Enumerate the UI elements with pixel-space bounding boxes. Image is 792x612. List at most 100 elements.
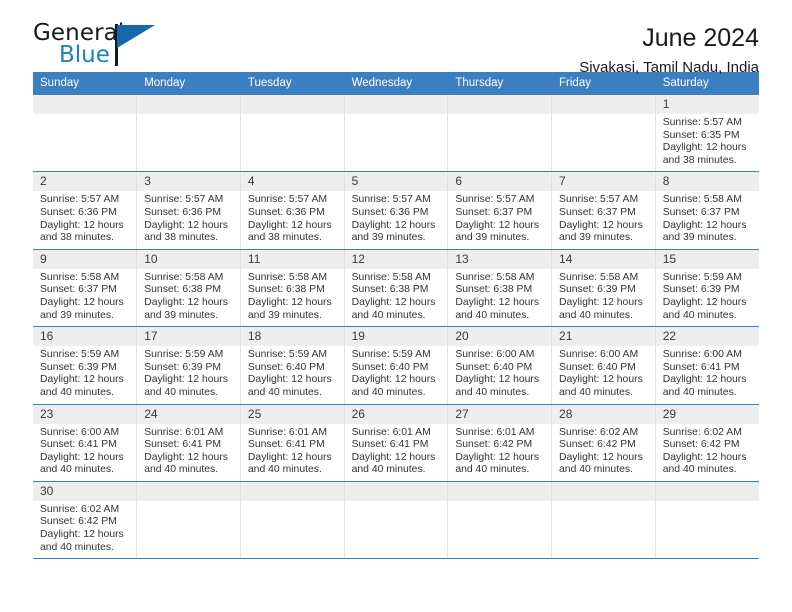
calendar-day-cell[interactable]: 22 Sunrise: 6:00 AM Sunset: 6:41 PM Dayligh… (655, 326, 759, 405)
calendar-day-cell[interactable]: 20 Sunrise: 6:00 AM Sunset: 6:40 PM Dayligh… (447, 326, 553, 405)
calendar-week-row: 2 Sunrise: 5:57 AM Sunset: 6:36 PM Daylight… (33, 171, 759, 250)
calendar-day-cell[interactable]: 29 Sunrise: 6:02 AM Sunset: 6:42 PM Dayligh… (655, 404, 759, 482)
calendar-day-cell[interactable]: 8 Sunrise: 5:58 AM Sunset: 6:37 PM Daylight… (655, 171, 759, 250)
daylight-text-line2: and 39 minutes. (40, 309, 114, 321)
calendar-table: Sunday Monday Tuesday Wednesday Thursday… (33, 72, 760, 560)
day-sun-info: Sunrise: 6:01 AM Sunset: 6:42 PM Daylight:… (448, 424, 551, 481)
calendar-day-cell[interactable]: 26 Sunrise: 6:01 AM Sunset: 6:41 PM Dayligh… (344, 404, 449, 482)
calendar-week-row: 30 Sunrise: 6:02 AM Sunset: 6:42 PM Dayligh… (33, 481, 759, 560)
daylight-text-line1: Daylight: 12 hours (144, 374, 228, 386)
calendar-cell-empty (655, 481, 759, 560)
weekday-header-tuesday: Tuesday (240, 72, 345, 95)
daylight-text-line1: Daylight: 12 hours (559, 451, 643, 463)
calendar-day-cell[interactable]: 27 Sunrise: 6:01 AM Sunset: 6:42 PM Dayligh… (447, 404, 553, 482)
calendar-day-cell[interactable]: 4 Sunrise: 5:57 AM Sunset: 6:36 PM Daylight… (240, 171, 345, 250)
daylight-text-line2: and 40 minutes. (40, 464, 114, 476)
sunrise-text: Sunrise: 5:57 AM (662, 117, 742, 128)
day-sun-info: Sunrise: 5:59 AM Sunset: 6:40 PM Daylight:… (345, 346, 448, 403)
sunset-text: Sunset: 6:41 PM (144, 439, 222, 451)
calendar-day-cell[interactable]: 7 Sunrise: 5:57 AM Sunset: 6:37 PM Daylight… (551, 171, 656, 250)
daylight-text-line2: and 40 minutes. (455, 386, 530, 398)
calendar-day-cell[interactable]: 15 Sunrise: 5:59 AM Sunset: 6:39 PM Dayligh… (655, 249, 759, 328)
sunrise-text: Sunrise: 5:59 AM (144, 349, 224, 361)
day-sun-info: Sunrise: 5:57 AM Sunset: 6:36 PM Daylight:… (345, 191, 448, 248)
sunrise-text: Sunrise: 5:58 AM (455, 271, 535, 283)
sunrise-text: Sunrise: 6:02 AM (40, 503, 120, 515)
calendar-day-cell[interactable]: 2 Sunrise: 5:57 AM Sunset: 6:36 PM Daylight… (33, 171, 138, 250)
calendar-day-cell[interactable]: 24 Sunrise: 6:01 AM Sunset: 6:41 PM Dayligh… (136, 404, 241, 482)
calendar-day-cell[interactable]: 1 Sunrise: 5:57 AM Sunset: 6:35 PM Daylight… (655, 95, 759, 173)
day-number: 21 (552, 327, 655, 347)
sunrise-text: Sunrise: 6:01 AM (455, 426, 535, 438)
sunset-text: Sunset: 6:40 PM (559, 361, 636, 373)
sunrise-text: Sunrise: 6:00 AM (40, 426, 120, 438)
day-number: 28 (552, 404, 655, 424)
daylight-text-line1: Daylight: 12 hours (144, 219, 228, 231)
day-number: 15 (655, 249, 759, 269)
calendar-day-cell[interactable]: 28 Sunrise: 6:02 AM Sunset: 6:42 PM Dayligh… (551, 404, 656, 482)
calendar-day-cell[interactable]: 17 Sunrise: 5:59 AM Sunset: 6:39 PM Dayligh… (136, 326, 241, 405)
sunset-text: Sunset: 6:38 PM (455, 284, 533, 296)
daylight-text-line1: Daylight: 12 hours (455, 296, 540, 308)
daylight-text-line2: and 40 minutes. (144, 386, 219, 398)
day-sun-info: Sunrise: 5:58 AM Sunset: 6:39 PM Daylight:… (552, 269, 655, 326)
calendar-day-cell[interactable]: 6 Sunrise: 5:57 AM Sunset: 6:37 PM Daylight… (447, 171, 553, 250)
sunrise-text: Sunrise: 5:59 AM (662, 271, 742, 283)
calendar-day-cell[interactable]: 12 Sunrise: 5:58 AM Sunset: 6:38 PM Dayligh… (344, 249, 449, 328)
day-number: 27 (448, 404, 552, 424)
weekday-header-sunday: Sunday (33, 72, 138, 95)
sunset-text: Sunset: 6:42 PM (662, 439, 740, 451)
day-sun-info: Sunrise: 6:01 AM Sunset: 6:41 PM Daylight:… (345, 424, 448, 481)
sunset-text: Sunset: 6:40 PM (351, 361, 429, 373)
sunrise-text: Sunrise: 5:58 AM (351, 271, 431, 283)
sunset-text: Sunset: 6:39 PM (662, 284, 740, 296)
sunset-text: Sunset: 6:37 PM (40, 284, 117, 296)
calendar-day-cell[interactable]: 23 Sunrise: 6:00 AM Sunset: 6:41 PM Dayligh… (33, 404, 138, 482)
sunset-text: Sunset: 6:40 PM (247, 361, 325, 373)
calendar-day-cell[interactable]: 9 Sunrise: 5:58 AM Sunset: 6:37 PM Daylight… (33, 249, 138, 328)
day-sun-info: Sunrise: 6:01 AM Sunset: 6:41 PM Daylight:… (137, 424, 240, 481)
daylight-text-line1: Daylight: 12 hours (351, 451, 436, 463)
calendar-day-cell[interactable]: 3 Sunrise: 5:57 AM Sunset: 6:36 PM Daylight… (136, 171, 241, 250)
calendar-day-cell[interactable]: 5 Sunrise: 5:57 AM Sunset: 6:36 PM Daylight… (344, 171, 449, 250)
calendar-day-cell[interactable]: 10 Sunrise: 5:58 AM Sunset: 6:38 PM Dayligh… (136, 249, 241, 328)
day-number: 11 (240, 249, 344, 269)
day-sun-info: Sunrise: 5:58 AM Sunset: 6:37 PM Daylight:… (33, 269, 136, 326)
daylight-text-line1: Daylight: 12 hours (662, 451, 747, 463)
calendar-cell-empty (344, 481, 449, 560)
page-subtitle: Sivakasi, Tamil Nadu, India (579, 59, 759, 76)
daylight-text-line1: Daylight: 12 hours (662, 374, 747, 386)
calendar-day-cell[interactable]: 30 Sunrise: 6:02 AM Sunset: 6:42 PM Dayligh… (33, 481, 138, 560)
calendar-cell-empty (33, 95, 138, 173)
general-blue-logo[interactable]: General Blue (33, 22, 163, 70)
day-number: 17 (137, 327, 240, 347)
calendar-cell-empty (240, 95, 345, 173)
sunset-text: Sunset: 6:36 PM (144, 206, 222, 218)
sunset-text: Sunset: 6:41 PM (40, 439, 117, 451)
title-block: June 2024 Sivakasi, Tamil Nadu, India (579, 22, 759, 79)
day-number (552, 481, 655, 501)
calendar-day-cell[interactable]: 19 Sunrise: 5:59 AM Sunset: 6:40 PM Dayligh… (344, 326, 449, 405)
daylight-text-line2: and 40 minutes. (662, 309, 737, 321)
sunrise-text: Sunrise: 6:02 AM (662, 426, 742, 438)
daylight-text-line2: and 39 minutes. (559, 232, 633, 244)
calendar-day-cell[interactable]: 13 Sunrise: 5:58 AM Sunset: 6:38 PM Dayligh… (447, 249, 553, 328)
day-number: 9 (33, 249, 137, 269)
sunset-text: Sunset: 6:36 PM (247, 206, 325, 218)
calendar-day-cell[interactable]: 21 Sunrise: 6:00 AM Sunset: 6:40 PM Dayligh… (551, 326, 656, 405)
day-number: 25 (240, 404, 344, 424)
calendar-day-cell[interactable]: 11 Sunrise: 5:58 AM Sunset: 6:38 PM Dayligh… (240, 249, 345, 328)
day-number: 29 (655, 404, 759, 424)
day-sun-info: Sunrise: 5:57 AM Sunset: 6:36 PM Daylight:… (33, 191, 136, 248)
daylight-text-line1: Daylight: 12 hours (247, 219, 332, 231)
daylight-text-line2: and 40 minutes. (559, 309, 633, 321)
calendar-day-cell[interactable]: 16 Sunrise: 5:59 AM Sunset: 6:39 PM Dayligh… (33, 326, 138, 405)
calendar-day-cell[interactable]: 18 Sunrise: 5:59 AM Sunset: 6:40 PM Dayligh… (240, 326, 345, 405)
sunrise-text: Sunrise: 5:58 AM (144, 271, 224, 283)
daylight-text-line1: Daylight: 12 hours (40, 451, 124, 463)
day-sun-info: Sunrise: 5:57 AM Sunset: 6:36 PM Daylight:… (137, 191, 240, 248)
sunrise-text: Sunrise: 5:59 AM (351, 349, 431, 361)
calendar-day-cell[interactable]: 25 Sunrise: 6:01 AM Sunset: 6:41 PM Dayligh… (240, 404, 345, 482)
calendar-day-cell[interactable]: 14 Sunrise: 5:58 AM Sunset: 6:39 PM Dayligh… (551, 249, 656, 328)
day-sun-info: Sunrise: 6:00 AM Sunset: 6:41 PM Daylight:… (656, 346, 759, 403)
